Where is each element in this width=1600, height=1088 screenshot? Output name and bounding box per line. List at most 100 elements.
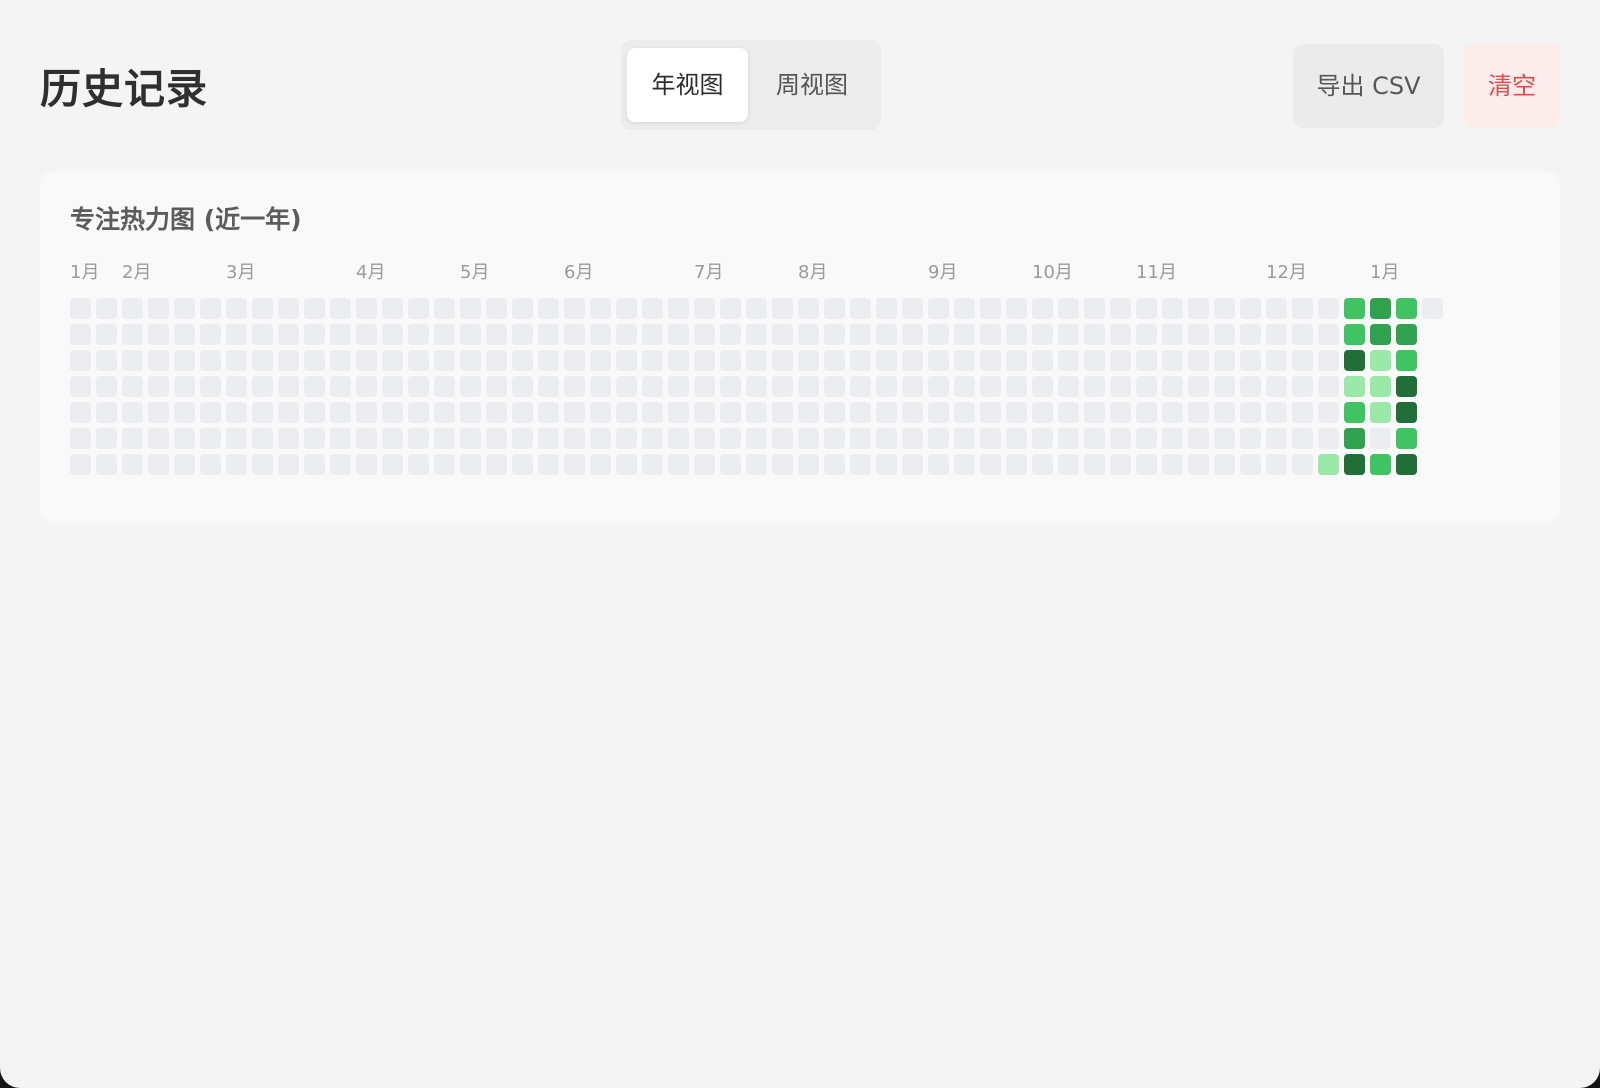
heatmap-cell[interactable] bbox=[824, 324, 845, 345]
heatmap-cell[interactable] bbox=[278, 324, 299, 345]
heatmap-cell[interactable] bbox=[122, 402, 143, 423]
heatmap-cell[interactable] bbox=[746, 298, 767, 319]
heatmap-cell[interactable] bbox=[590, 324, 611, 345]
heatmap-cell[interactable] bbox=[408, 324, 429, 345]
heatmap-cell[interactable] bbox=[798, 376, 819, 397]
heatmap-cell[interactable] bbox=[1006, 428, 1027, 449]
clear-button[interactable]: 清空 bbox=[1464, 44, 1560, 128]
heatmap-cell[interactable] bbox=[1214, 454, 1235, 475]
heatmap-cell[interactable] bbox=[928, 376, 949, 397]
heatmap-cell[interactable] bbox=[200, 376, 221, 397]
heatmap-cell[interactable] bbox=[720, 350, 741, 371]
heatmap-cell[interactable] bbox=[1370, 350, 1391, 371]
heatmap-cell[interactable] bbox=[1006, 324, 1027, 345]
heatmap-cell[interactable] bbox=[1188, 454, 1209, 475]
heatmap-cell[interactable] bbox=[226, 454, 247, 475]
heatmap-cell[interactable] bbox=[408, 402, 429, 423]
heatmap-cell[interactable] bbox=[174, 298, 195, 319]
heatmap-cell[interactable] bbox=[564, 324, 585, 345]
heatmap-cell[interactable] bbox=[512, 298, 533, 319]
heatmap-cell[interactable] bbox=[252, 376, 273, 397]
heatmap-cell[interactable] bbox=[954, 376, 975, 397]
heatmap-cell[interactable] bbox=[460, 324, 481, 345]
heatmap-cell[interactable] bbox=[1084, 402, 1105, 423]
heatmap-cell[interactable] bbox=[200, 428, 221, 449]
heatmap-cell[interactable] bbox=[954, 298, 975, 319]
heatmap-cell[interactable] bbox=[330, 350, 351, 371]
heatmap-cell[interactable] bbox=[1344, 402, 1365, 423]
heatmap-cell[interactable] bbox=[1110, 298, 1131, 319]
heatmap-cell[interactable] bbox=[148, 454, 169, 475]
heatmap-cell[interactable] bbox=[616, 428, 637, 449]
heatmap-cell[interactable] bbox=[96, 324, 117, 345]
heatmap-cell[interactable] bbox=[928, 298, 949, 319]
heatmap-cell[interactable] bbox=[200, 324, 221, 345]
heatmap-cell[interactable] bbox=[96, 402, 117, 423]
heatmap-cell[interactable] bbox=[434, 376, 455, 397]
heatmap-cell[interactable] bbox=[538, 298, 559, 319]
heatmap-cell[interactable] bbox=[1058, 454, 1079, 475]
heatmap-cell[interactable] bbox=[1188, 324, 1209, 345]
heatmap-cell[interactable] bbox=[746, 428, 767, 449]
heatmap-cell[interactable] bbox=[512, 376, 533, 397]
heatmap-cell[interactable] bbox=[434, 454, 455, 475]
heatmap-cell[interactable] bbox=[798, 454, 819, 475]
heatmap-cell[interactable] bbox=[772, 428, 793, 449]
heatmap-cell[interactable] bbox=[512, 350, 533, 371]
heatmap-cell[interactable] bbox=[798, 298, 819, 319]
heatmap-cell[interactable] bbox=[330, 324, 351, 345]
heatmap-cell[interactable] bbox=[1084, 298, 1105, 319]
heatmap-cell[interactable] bbox=[902, 428, 923, 449]
heatmap-cell[interactable] bbox=[408, 428, 429, 449]
heatmap-cell[interactable] bbox=[122, 298, 143, 319]
heatmap-cell[interactable] bbox=[876, 350, 897, 371]
heatmap-cell[interactable] bbox=[980, 350, 1001, 371]
heatmap-cell[interactable] bbox=[928, 402, 949, 423]
heatmap-cell[interactable] bbox=[876, 298, 897, 319]
heatmap-cell[interactable] bbox=[564, 376, 585, 397]
heatmap-cell[interactable] bbox=[460, 298, 481, 319]
heatmap-cell[interactable] bbox=[850, 350, 871, 371]
heatmap-cell[interactable] bbox=[902, 376, 923, 397]
heatmap-cell[interactable] bbox=[1266, 428, 1287, 449]
heatmap-cell[interactable] bbox=[1084, 350, 1105, 371]
heatmap-cell[interactable] bbox=[1318, 454, 1339, 475]
heatmap-cell[interactable] bbox=[1110, 402, 1131, 423]
heatmap-cell[interactable] bbox=[174, 428, 195, 449]
heatmap-cell[interactable] bbox=[642, 324, 663, 345]
heatmap-cell[interactable] bbox=[1344, 298, 1365, 319]
heatmap-cell[interactable] bbox=[980, 376, 1001, 397]
heatmap-cell[interactable] bbox=[928, 428, 949, 449]
heatmap-cell[interactable] bbox=[1188, 402, 1209, 423]
heatmap-cell[interactable] bbox=[1136, 376, 1157, 397]
heatmap-cell[interactable] bbox=[200, 350, 221, 371]
heatmap-cell[interactable] bbox=[304, 428, 325, 449]
heatmap-cell[interactable] bbox=[564, 454, 585, 475]
heatmap-cell[interactable] bbox=[1370, 298, 1391, 319]
heatmap-cell[interactable] bbox=[1136, 298, 1157, 319]
heatmap-cell[interactable] bbox=[434, 402, 455, 423]
heatmap-cell[interactable] bbox=[382, 428, 403, 449]
tab-week-view[interactable]: 周视图 bbox=[751, 48, 873, 122]
heatmap-cell[interactable] bbox=[252, 454, 273, 475]
heatmap-cell[interactable] bbox=[538, 350, 559, 371]
heatmap-cell[interactable] bbox=[1214, 428, 1235, 449]
heatmap-cell[interactable] bbox=[70, 350, 91, 371]
heatmap-cell[interactable] bbox=[1058, 350, 1079, 371]
heatmap-cell[interactable] bbox=[96, 428, 117, 449]
heatmap-cell[interactable] bbox=[1240, 350, 1261, 371]
heatmap-cell[interactable] bbox=[1084, 454, 1105, 475]
heatmap-cell[interactable] bbox=[174, 350, 195, 371]
heatmap-cell[interactable] bbox=[850, 324, 871, 345]
heatmap-cell[interactable] bbox=[954, 350, 975, 371]
heatmap-cell[interactable] bbox=[96, 376, 117, 397]
heatmap-cell[interactable] bbox=[954, 428, 975, 449]
heatmap-cell[interactable] bbox=[1110, 324, 1131, 345]
heatmap-cell[interactable] bbox=[668, 428, 689, 449]
heatmap-cell[interactable] bbox=[1370, 428, 1391, 449]
heatmap-cell[interactable] bbox=[460, 428, 481, 449]
heatmap-cell[interactable] bbox=[1266, 298, 1287, 319]
heatmap-cell[interactable] bbox=[824, 454, 845, 475]
heatmap-cell[interactable] bbox=[954, 454, 975, 475]
heatmap-cell[interactable] bbox=[1162, 350, 1183, 371]
